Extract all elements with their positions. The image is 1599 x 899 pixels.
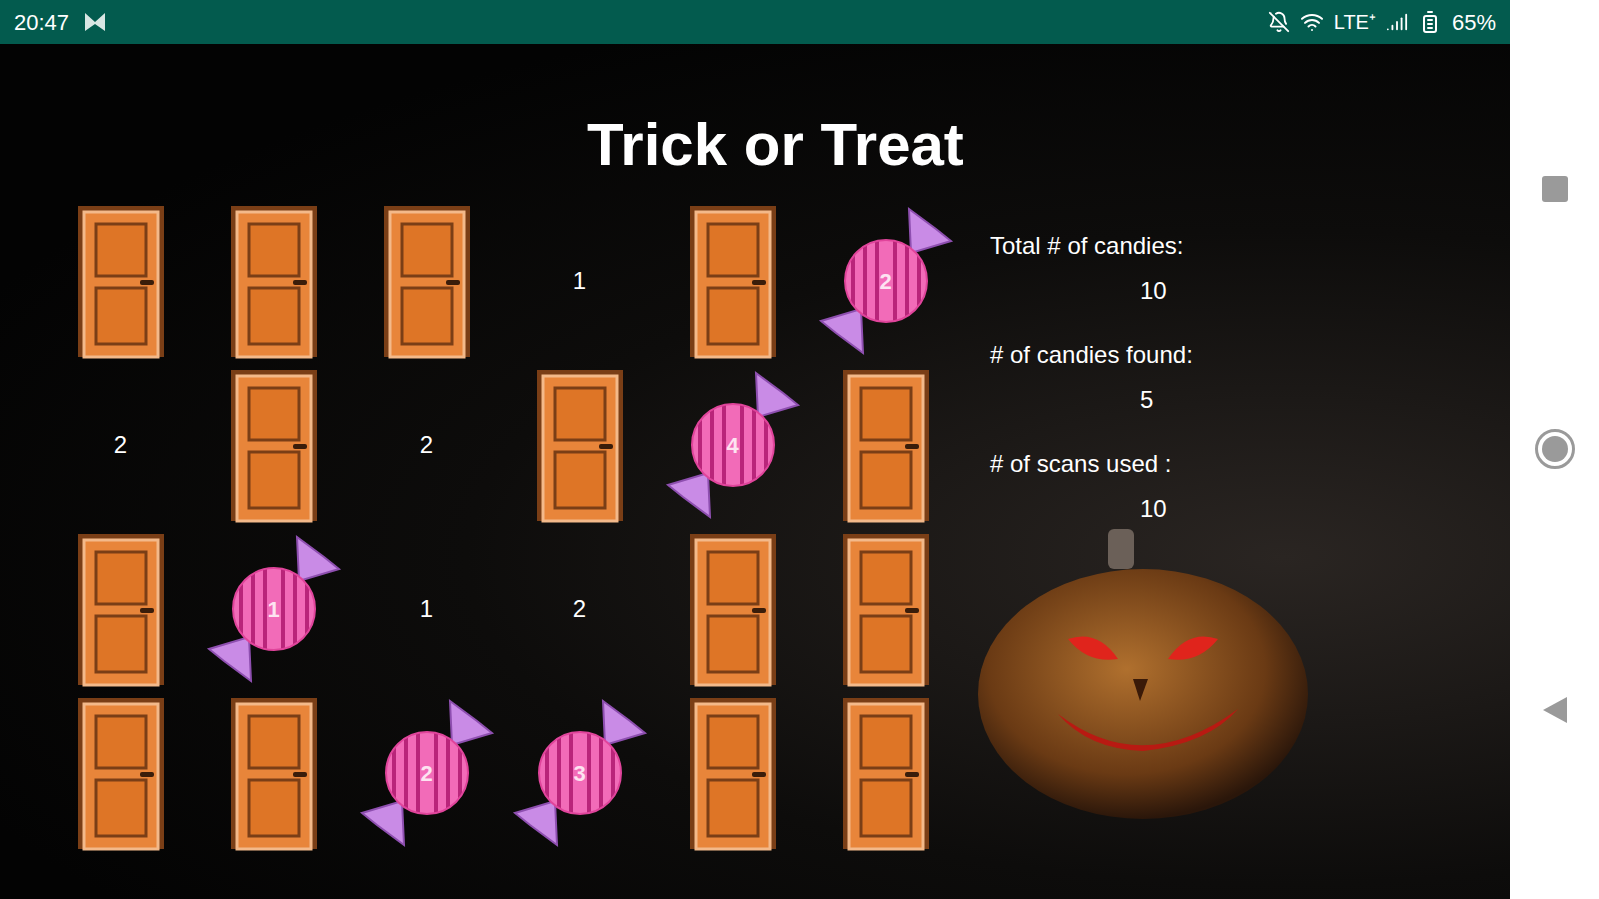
board-cell[interactable]	[350, 199, 503, 363]
battery-icon	[1418, 10, 1442, 34]
board-cell[interactable]	[809, 363, 962, 527]
wifi-icon	[1300, 10, 1324, 34]
door-icon[interactable]	[76, 204, 166, 359]
board-cell[interactable]: 2	[44, 363, 197, 527]
board-cell[interactable]: 2	[503, 527, 656, 691]
board-cell[interactable]	[44, 691, 197, 855]
candy-count: 1	[199, 529, 349, 689]
stats-panel: Total # of candies: 10 # of candies found:…	[990, 199, 1328, 855]
hint-number: 2	[114, 427, 127, 463]
board-cell[interactable]: 1	[503, 199, 656, 363]
battery-percent: 65%	[1452, 6, 1496, 39]
home-button[interactable]	[1535, 429, 1575, 469]
door-icon[interactable]	[76, 532, 166, 687]
board-cell[interactable]: 4	[656, 363, 809, 527]
board-cell[interactable]	[809, 527, 962, 691]
board-cell[interactable]	[503, 363, 656, 527]
board-cell[interactable]: 1	[350, 527, 503, 691]
candy-count: 3	[505, 693, 655, 853]
stat: # of candies found: 5	[990, 339, 1328, 416]
door-icon[interactable]	[229, 696, 319, 851]
door-icon[interactable]	[841, 696, 931, 851]
network-type: LTE⁺	[1334, 7, 1376, 37]
board-cell[interactable]: 3	[503, 691, 656, 855]
candy: 3	[505, 693, 655, 853]
app-screen: 20:47LTE⁺65%Trick or Treat1222411223Tota…	[0, 0, 1599, 899]
app-notification-icon	[83, 11, 107, 33]
hint-number: 2	[573, 591, 586, 627]
game-title: Trick or Treat	[587, 110, 1510, 180]
board-cell[interactable]	[656, 199, 809, 363]
back-icon[interactable]	[1541, 695, 1569, 725]
door-icon[interactable]	[841, 532, 931, 687]
door-icon[interactable]	[841, 368, 931, 523]
door-icon[interactable]	[382, 204, 472, 359]
candy: 4	[658, 365, 808, 525]
board-cell[interactable]	[197, 363, 350, 527]
stat-value: 10	[990, 493, 1328, 525]
recents-button[interactable]	[1542, 176, 1568, 202]
board-cell[interactable]: 1	[197, 527, 350, 691]
board-cell[interactable]	[656, 691, 809, 855]
board-cell[interactable]: 2	[350, 363, 503, 527]
door-icon[interactable]	[229, 368, 319, 523]
board-cell[interactable]	[44, 527, 197, 691]
candy-count: 2	[352, 693, 502, 853]
stat-label: # of candies found:	[990, 339, 1328, 371]
game-board: 1222411223	[44, 199, 962, 855]
candy: 2	[352, 693, 502, 853]
board-cell[interactable]	[44, 199, 197, 363]
status-bar: 20:47 LTE⁺ 65%	[0, 0, 1510, 44]
hint-number: 1	[420, 591, 433, 627]
stat-value: 5	[990, 384, 1328, 416]
board-cell[interactable]	[197, 691, 350, 855]
hint-number: 2	[420, 427, 433, 463]
candy-count: 2	[811, 201, 961, 361]
mute-icon	[1268, 11, 1290, 33]
door-icon[interactable]	[688, 696, 778, 851]
candy: 2	[811, 201, 961, 361]
candy: 1	[199, 529, 349, 689]
door-icon[interactable]	[688, 532, 778, 687]
status-time: 20:47	[14, 6, 69, 39]
main-column: 20:47LTE⁺65%Trick or Treat1222411223Tota…	[0, 0, 1510, 899]
stat-value: 10	[990, 275, 1328, 307]
navigation-bar	[1510, 0, 1599, 899]
board-cell[interactable]	[656, 527, 809, 691]
board-cell[interactable]: 2	[809, 199, 962, 363]
hint-number: 1	[573, 263, 586, 299]
pumpkin-image	[968, 529, 1328, 829]
stat-label: # of scans used :	[990, 448, 1328, 480]
candy-count: 4	[658, 365, 808, 525]
stat-label: Total # of candies:	[990, 230, 1328, 262]
signal-icon	[1386, 11, 1408, 33]
door-icon[interactable]	[535, 368, 625, 523]
stat: # of scans used : 10	[990, 448, 1328, 525]
stat: Total # of candies: 10	[990, 230, 1328, 307]
board-cell[interactable]	[809, 691, 962, 855]
game-area: Trick or Treat1222411223Total # of candi…	[0, 44, 1510, 899]
door-icon[interactable]	[229, 204, 319, 359]
board-cell[interactable]	[197, 199, 350, 363]
door-icon[interactable]	[688, 204, 778, 359]
board-cell[interactable]: 2	[350, 691, 503, 855]
door-icon[interactable]	[76, 696, 166, 851]
